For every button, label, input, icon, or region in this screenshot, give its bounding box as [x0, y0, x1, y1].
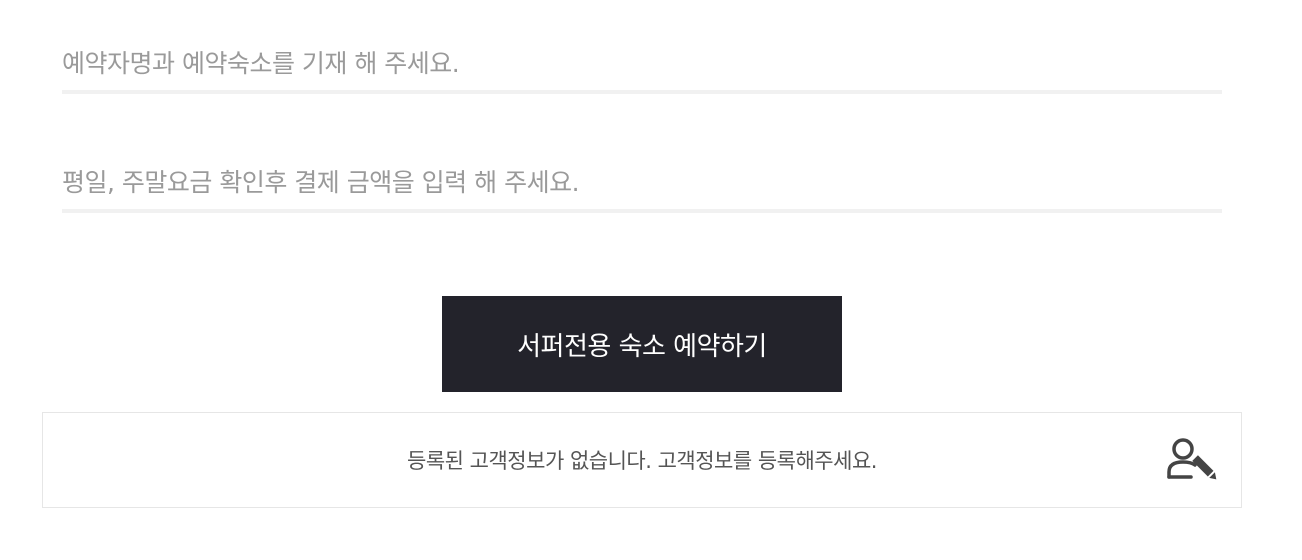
- reservation-name-input[interactable]: [62, 36, 1222, 94]
- reservation-form: 서퍼전용 숙소 예약하기 등록된 고객정보가 없습니다. 고객정보를 등록해주세…: [0, 0, 1302, 560]
- customer-info-message: 등록된 고객정보가 없습니다. 고객정보를 등록해주세요.: [407, 449, 877, 473]
- payment-amount-input[interactable]: [62, 155, 1222, 213]
- user-edit-icon: [1167, 438, 1217, 480]
- register-customer-button[interactable]: [1165, 437, 1223, 483]
- surfer-reservation-button[interactable]: 서퍼전용 숙소 예약하기: [442, 296, 842, 392]
- customer-info-notice: 등록된 고객정보가 없습니다. 고객정보를 등록해주세요.: [42, 412, 1242, 508]
